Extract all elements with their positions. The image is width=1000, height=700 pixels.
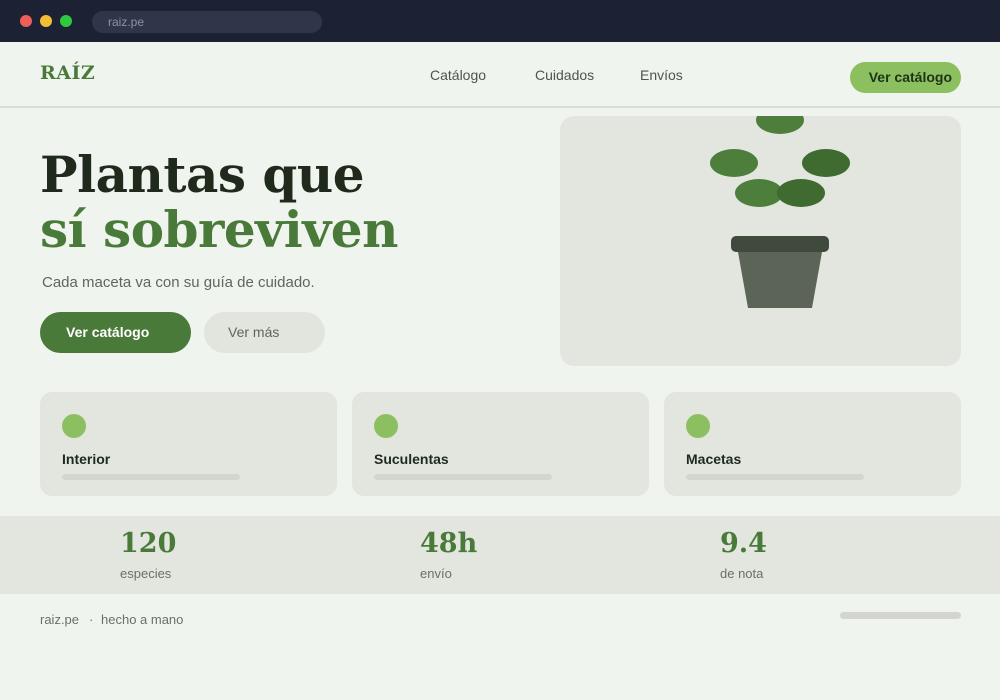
footer-site[interactable]: raiz.pe xyxy=(40,612,79,627)
logo[interactable]: RAÍZ xyxy=(40,62,95,84)
pot-body xyxy=(738,252,822,308)
hero-catalog-button[interactable]: Ver catálogo xyxy=(40,312,191,353)
category-dot-icon xyxy=(62,414,86,438)
leaf-top xyxy=(756,116,804,134)
stat-species-value: 120 xyxy=(120,528,177,559)
potted-plant-illustration xyxy=(710,116,850,308)
nav-link-envios[interactable]: Envíos xyxy=(640,67,683,83)
footer-separator: · xyxy=(89,612,94,627)
top-nav: RAÍZ Catálogo Cuidados Envíos Ver catálo… xyxy=(0,42,1000,108)
footer-placeholder-bar xyxy=(840,612,961,619)
text-placeholder-bar xyxy=(374,474,552,480)
hero-title-line2: sí sobreviven xyxy=(40,200,398,259)
maximize-window-icon[interactable] xyxy=(60,15,72,27)
stat-rating-value: 9.4 xyxy=(720,528,767,559)
text-placeholder-bar xyxy=(686,474,864,480)
nav-link-catalogo[interactable]: Catálogo xyxy=(430,67,486,83)
nav-catalog-button[interactable]: Ver catálogo xyxy=(850,62,961,93)
stat-shipping-value: 48h xyxy=(420,528,478,559)
address-bar[interactable]: raiz.pe xyxy=(92,11,322,33)
hero-plant-image xyxy=(560,116,961,366)
stat-rating-label: de nota xyxy=(720,566,764,581)
nav-link-cuidados[interactable]: Cuidados xyxy=(535,67,594,83)
stat-shipping-label: envío xyxy=(420,566,452,581)
leaf-left xyxy=(710,149,758,177)
category-card-suculentas[interactable]: Suculentas xyxy=(352,392,649,496)
leaf-lower-right xyxy=(777,179,825,207)
category-label: Interior xyxy=(62,451,111,467)
pot-rim xyxy=(731,236,829,252)
hero-subtitle: Cada maceta va con su guía de cuidado. xyxy=(42,274,315,291)
browser-chrome: raiz.pe xyxy=(0,0,1000,42)
category-card-macetas[interactable]: Macetas xyxy=(664,392,961,496)
leaf-right xyxy=(802,149,850,177)
hero-more-button[interactable]: Ver más xyxy=(204,312,325,353)
minimize-window-icon[interactable] xyxy=(40,15,52,27)
category-label: Suculentas xyxy=(374,451,449,467)
text-placeholder-bar xyxy=(62,474,240,480)
close-window-icon[interactable] xyxy=(20,15,32,27)
stats-band: 120 especies 48h envío 9.4 de nota xyxy=(0,516,1000,594)
stat-species-label: especies xyxy=(120,566,172,581)
category-dot-icon xyxy=(374,414,398,438)
category-label: Macetas xyxy=(686,451,742,467)
leaf-lower-left xyxy=(735,179,783,207)
category-dot-icon xyxy=(686,414,710,438)
hero-title-line1: Plantas que xyxy=(40,145,365,204)
category-card-interior[interactable]: Interior xyxy=(40,392,337,496)
footer-tagline: hecho a mano xyxy=(101,612,184,627)
